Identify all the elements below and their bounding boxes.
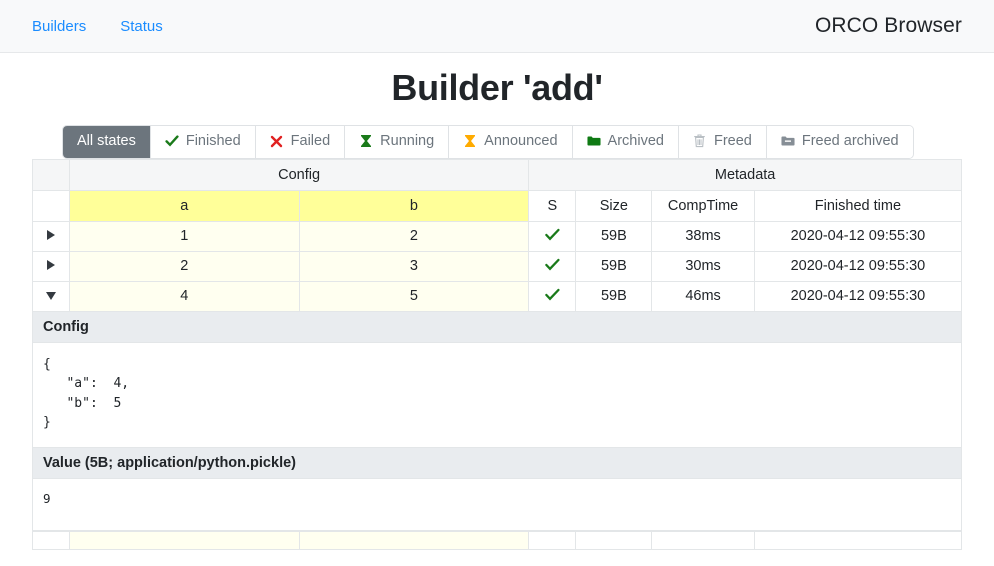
cell-state [528, 280, 577, 312]
hourglass-icon [359, 134, 373, 148]
cell-b [298, 530, 530, 550]
cell-a: 2 [68, 250, 300, 282]
cell-size: 59B [575, 280, 653, 312]
row-expand-toggle[interactable] [32, 250, 70, 282]
table-row[interactable]: 4 5 59B 46ms 2020-04-12 09:55:30 [32, 280, 963, 312]
cell-a: 4 [68, 280, 300, 312]
table-row[interactable]: 1 2 59B 38ms 2020-04-12 09:55:30 [32, 220, 963, 252]
state-filter-bar: All states Finished Failed Running Annou… [0, 125, 994, 159]
column-header-b[interactable]: b [298, 189, 530, 222]
column-header-blank [32, 189, 70, 222]
cell-state [528, 530, 577, 550]
cell-size [575, 530, 653, 550]
cell-comptime: 46ms [651, 280, 755, 312]
triangle-right-icon [46, 260, 55, 270]
folder-icon [587, 134, 601, 148]
row-expand-toggle[interactable] [32, 530, 70, 550]
tab-freed-archived[interactable]: Freed archived [766, 126, 913, 158]
check-icon [545, 228, 560, 245]
cell-size: 59B [575, 220, 653, 252]
cell-state [528, 220, 577, 252]
cell-comptime: 30ms [651, 250, 755, 282]
state-tabs: All states Finished Failed Running Annou… [62, 125, 914, 159]
jobs-table: Config Metadata a b S Size CompTime Fini… [32, 158, 963, 312]
table-row[interactable] [32, 530, 963, 550]
check-icon [165, 134, 179, 148]
app-brand: ORCO Browser [814, 14, 962, 37]
tab-all-states-label: All states [77, 133, 136, 149]
config-panel-header: Config [32, 311, 962, 343]
tab-archived[interactable]: Archived [572, 126, 679, 158]
tab-announced-label: Announced [484, 133, 558, 149]
group-header-blank [32, 158, 70, 191]
tab-finished-label: Finished [185, 133, 241, 149]
tab-freed-archived-label: Freed archived [801, 133, 899, 149]
triangle-right-icon [46, 230, 55, 240]
cell-a [68, 530, 300, 550]
tab-failed-label: Failed [290, 133, 331, 149]
tab-freed[interactable]: Freed [678, 126, 767, 158]
cross-icon [270, 134, 284, 148]
navbar: Builders Status ORCO Browser [0, 0, 994, 53]
check-icon [545, 258, 560, 275]
cell-a: 1 [68, 220, 300, 252]
cell-finished-time [753, 530, 963, 550]
tab-failed[interactable]: Failed [255, 126, 346, 158]
check-icon [545, 288, 560, 305]
cell-comptime: 38ms [651, 220, 755, 252]
config-panel-body: { "a": 4, "b": 5 } [32, 342, 962, 448]
value-content: 9 [43, 490, 51, 506]
tab-running[interactable]: Running [345, 126, 450, 158]
hourglass-icon [463, 134, 477, 148]
cell-b: 5 [298, 280, 530, 312]
cell-b: 3 [298, 250, 530, 282]
config-json: { "a": 4, "b": 5 } [43, 356, 130, 431]
next-table-row-partial[interactable] [32, 530, 963, 550]
cell-finished-time: 2020-04-12 09:55:30 [753, 280, 963, 312]
group-header-metadata: Metadata [528, 158, 962, 191]
tab-running-label: Running [380, 133, 435, 149]
jobs-table-container: Config Metadata a b S Size CompTime Fini… [0, 158, 994, 312]
value-panel: Value (5B; application/python.pickle) 9 [32, 447, 962, 531]
config-panel: Config { "a": 4, "b": 5 } [32, 311, 962, 448]
cell-state [528, 250, 577, 282]
value-panel-header: Value (5B; application/python.pickle) [32, 447, 962, 479]
table-column-header-row: a b S Size CompTime Finished time [32, 189, 963, 222]
row-collapse-toggle[interactable] [32, 280, 70, 312]
nav-link-status[interactable]: Status [120, 18, 163, 35]
group-header-config: Config [68, 158, 530, 191]
column-header-size[interactable]: Size [575, 189, 653, 222]
value-panel-body: 9 [32, 478, 962, 531]
table-group-header-row: Config Metadata [32, 158, 962, 191]
column-header-comptime[interactable]: CompTime [651, 189, 755, 222]
tab-finished[interactable]: Finished [150, 126, 256, 158]
page-title: Builder 'add' [391, 67, 603, 108]
cell-comptime [651, 530, 755, 550]
tab-archived-label: Archived [607, 133, 664, 149]
tab-all-states[interactable]: All states [63, 126, 151, 158]
table-row[interactable]: 2 3 59B 30ms 2020-04-12 09:55:30 [32, 250, 963, 282]
cell-finished-time: 2020-04-12 09:55:30 [753, 250, 963, 282]
column-header-finished-time[interactable]: Finished time [753, 189, 963, 222]
cell-size: 59B [575, 250, 653, 282]
column-header-state[interactable]: S [528, 189, 577, 222]
folder-open-icon [781, 134, 795, 148]
cell-b: 2 [298, 220, 530, 252]
triangle-down-icon [45, 292, 56, 300]
nav-link-builders[interactable]: Builders [32, 18, 86, 35]
tab-announced[interactable]: Announced [449, 126, 573, 158]
cell-finished-time: 2020-04-12 09:55:30 [753, 220, 963, 252]
tab-freed-label: Freed [713, 133, 752, 149]
row-expand-toggle[interactable] [32, 220, 70, 252]
column-header-a[interactable]: a [68, 189, 300, 222]
trash-icon [693, 134, 707, 148]
navbar-links: Builders Status [32, 18, 163, 35]
